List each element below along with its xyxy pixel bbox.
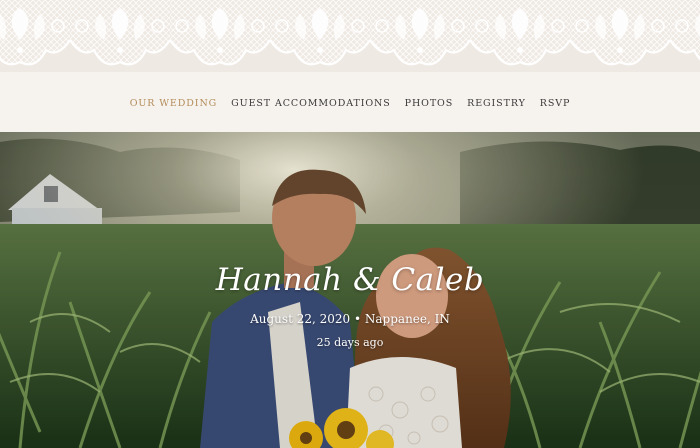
wedding-date: August 22, 2020 xyxy=(250,312,351,326)
date-location: August 22, 2020 • Nappanee, IN xyxy=(0,312,700,326)
main-nav: OUR WEDDING GUEST ACCOMMODATIONS PHOTOS … xyxy=(0,98,700,109)
lace-border-decoration xyxy=(0,0,700,72)
nav-rsvp[interactable]: RSVP xyxy=(533,98,578,109)
couple-names: Hannah & Caleb xyxy=(215,262,485,298)
nav-our-wedding[interactable]: OUR WEDDING xyxy=(123,98,224,109)
nav-registry[interactable]: REGISTRY xyxy=(460,98,533,109)
countdown-text: 25 days ago xyxy=(316,336,384,349)
nav-photos[interactable]: PHOTOS xyxy=(398,98,461,109)
hero-overlay: Hannah & Caleb August 22, 2020 • Nappane… xyxy=(0,132,700,448)
site-header: OUR WEDDING GUEST ACCOMMODATIONS PHOTOS … xyxy=(0,0,700,132)
separator-dot: • xyxy=(353,312,362,326)
nav-guest-accommodations[interactable]: GUEST ACCOMMODATIONS xyxy=(224,98,397,109)
hero-section: Hannah & Caleb August 22, 2020 • Nappane… xyxy=(0,132,700,448)
wedding-location: Nappanee, IN xyxy=(364,312,450,326)
